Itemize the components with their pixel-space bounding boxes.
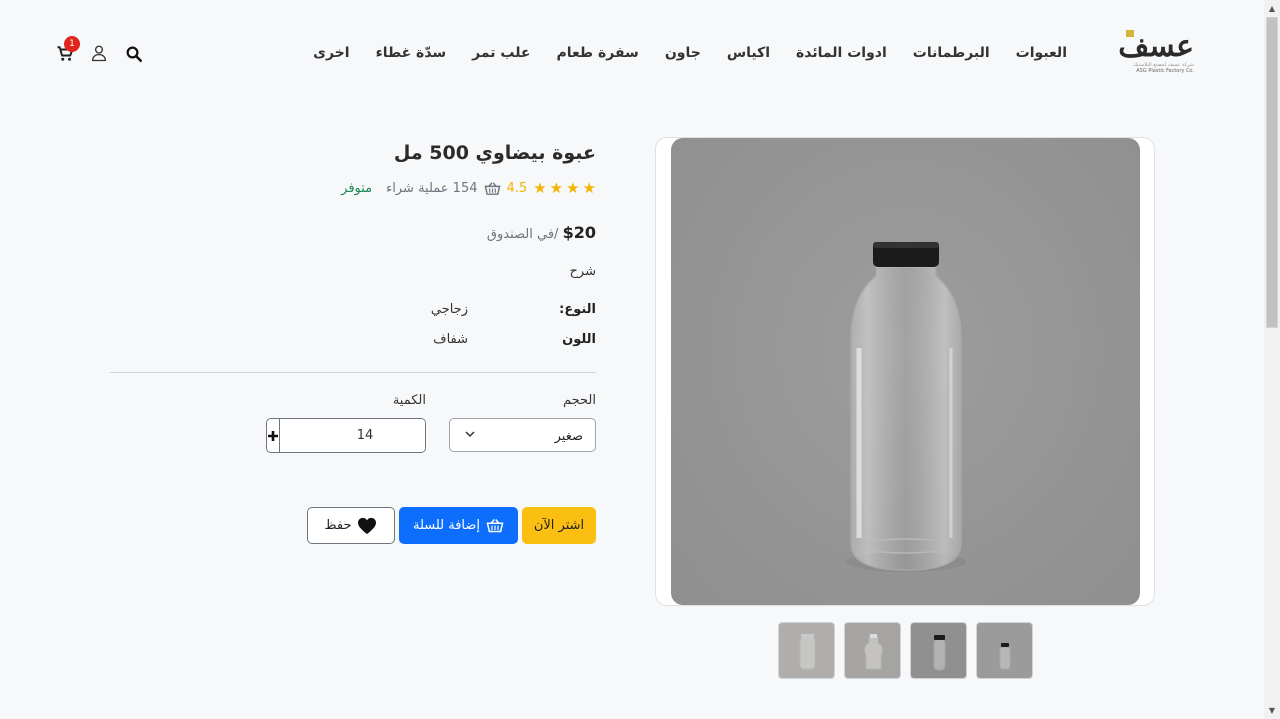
nav-item-bottles[interactable]: العبوات (1003, 45, 1080, 61)
product-main-image[interactable] (671, 138, 1140, 605)
quantity-input[interactable] (280, 419, 425, 452)
thumbnail-4[interactable] (976, 622, 1033, 679)
size-select[interactable]: صغير (449, 418, 596, 452)
nav-item-tableware[interactable]: ادوات المائدة (783, 45, 900, 61)
scrollbar-thumb[interactable] (1266, 17, 1278, 328)
bottle-illustration (846, 242, 966, 572)
star-icon: ★ (582, 179, 596, 197)
spec-key: اللون (562, 332, 596, 347)
add-to-cart-button[interactable]: إضافة للسلة (399, 507, 518, 544)
heart-icon (358, 517, 377, 534)
rating-stars: ★ ★ ★ ★ (533, 181, 596, 196)
nav-item-other[interactable]: اخرى (300, 45, 362, 61)
thumbnail-image (799, 634, 816, 670)
chevron-down-icon (465, 431, 475, 438)
scroll-up-arrow-icon[interactable]: ▲ (1264, 0, 1280, 17)
page-scrollbar[interactable]: ▲ ▼ (1264, 0, 1280, 719)
orders-count: 154 عملية شراء (386, 181, 478, 196)
description-label: شرح (569, 264, 596, 279)
size-label: الحجم (562, 393, 596, 408)
site-header: عسف شركة عسف لمصنع البلاستيك ASG Plastic… (0, 0, 1264, 110)
user-icon (91, 45, 107, 62)
product-thumbnails (778, 622, 1033, 679)
thumbnail-image (933, 635, 946, 671)
basket-icon (486, 519, 504, 533)
add-to-cart-label: إضافة للسلة (412, 518, 481, 533)
quantity-label: الكمية (392, 393, 426, 408)
plus-icon (268, 430, 278, 441)
spec-value: زجاجي (430, 302, 468, 317)
price-unit: /في الصندوق (486, 227, 559, 242)
thumbnail-image (864, 634, 883, 670)
thumbnail-2[interactable] (844, 622, 901, 679)
stock-status: متوفر (341, 181, 373, 196)
quantity-stepper (266, 418, 426, 453)
product-title: عبوة بيضاوي 500 مل (393, 142, 596, 164)
header-icons: 1 (56, 36, 144, 64)
logo-tagline-english: ASG Plastic Factory Co. (1136, 68, 1194, 74)
size-selected-value: صغير (554, 429, 583, 444)
cart-button[interactable]: 1 (56, 36, 80, 64)
nav-item-gallon[interactable]: جاون (652, 45, 714, 61)
action-buttons: اشتر الآن إضافة للسلة حفظ (307, 507, 596, 544)
save-button[interactable]: حفظ (307, 507, 395, 544)
star-icon: ★ (566, 179, 580, 197)
price-row: $20 /في الصندوق (487, 223, 596, 242)
account-button[interactable] (90, 42, 110, 64)
save-label: حفظ (324, 518, 352, 533)
nav-item-caps[interactable]: سدّة غطاء (363, 45, 460, 61)
star-icon: ★ (549, 179, 564, 197)
nav-item-date-boxes[interactable]: علب تمر (459, 45, 543, 61)
rating-row: ★ ★ ★ ★ 4.5 154 عملية شراء متوفر (341, 181, 596, 197)
nav-item-food-tray[interactable]: سفرة طعام (544, 45, 652, 61)
nav-item-bags[interactable]: اكياس (714, 45, 783, 61)
search-icon (126, 46, 143, 63)
buy-now-label: اشتر الآن (533, 518, 585, 533)
search-button[interactable] (124, 42, 144, 64)
scroll-down-arrow-icon[interactable]: ▼ (1264, 702, 1280, 719)
spec-value: شفاف (433, 332, 468, 347)
quantity-increase-button[interactable] (267, 419, 280, 452)
rating-value: 4.5 (506, 181, 528, 196)
star-icon: ★ (533, 179, 547, 197)
thumbnail-image (999, 643, 1011, 670)
buy-now-button[interactable]: اشتر الآن (522, 507, 596, 544)
product-price: $20 (562, 223, 596, 242)
cart-count-badge: 1 (64, 36, 80, 52)
logo-wordmark: عسف (1118, 29, 1194, 64)
basket-icon (484, 182, 500, 195)
brand-logo[interactable]: عسف شركة عسف لمصنع البلاستيك ASG Plastic… (1106, 30, 1196, 78)
section-divider (110, 372, 596, 373)
thumbnail-1[interactable] (778, 622, 835, 679)
thumbnail-3[interactable] (910, 622, 967, 679)
spec-key: النوع: (559, 302, 596, 317)
main-nav: العبوات البرطمانات ادوات المائدة اكياس ج… (300, 45, 1080, 61)
nav-item-jars[interactable]: البرطمانات (900, 45, 1003, 61)
